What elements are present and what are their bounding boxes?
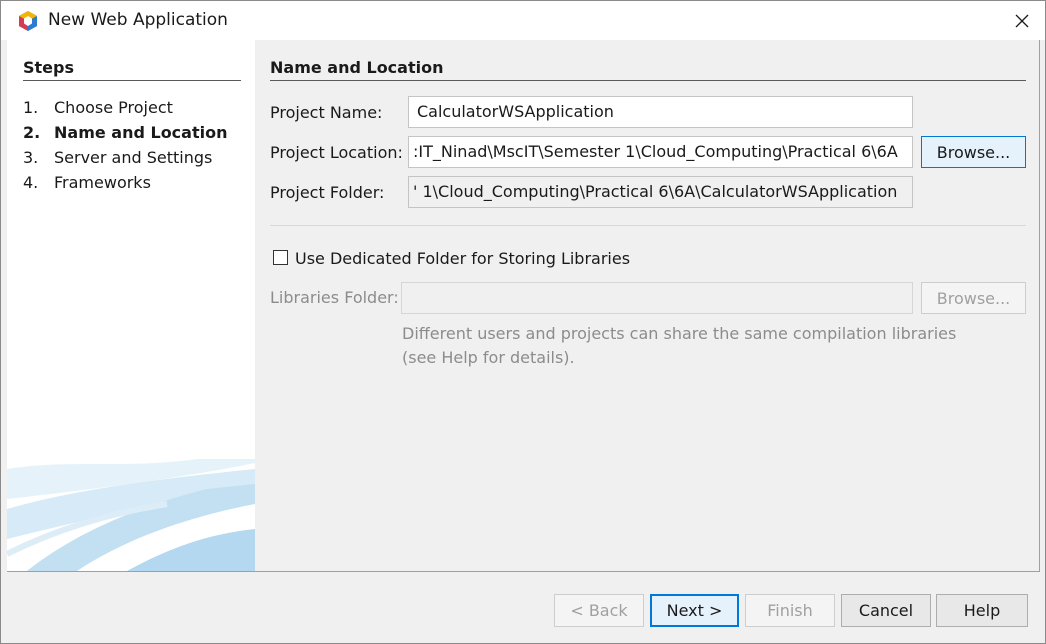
footer-divider xyxy=(7,571,1039,572)
libraries-help-text: Different users and projects can share t… xyxy=(402,324,957,367)
netbeans-cube-icon xyxy=(19,11,37,31)
project-name-input[interactable]: CalculatorWSApplication xyxy=(408,96,913,128)
section-divider xyxy=(270,80,1026,81)
project-folder-label: Project Folder: xyxy=(270,183,385,202)
project-location-label: Project Location: xyxy=(270,143,403,162)
step-item-frameworks: 4. Frameworks xyxy=(23,173,151,192)
steps-divider xyxy=(23,80,241,81)
libraries-folder-input xyxy=(401,282,913,314)
window-title: New Web Application xyxy=(48,10,228,30)
step-label: Choose Project xyxy=(54,98,173,117)
help-button[interactable]: Help xyxy=(936,594,1028,627)
dedicated-folder-label[interactable]: Use Dedicated Folder for Storing Librari… xyxy=(295,249,630,268)
steps-title: Steps xyxy=(23,58,74,77)
step-item-server-and-settings: 3. Server and Settings xyxy=(23,148,213,167)
step-item-name-and-location: 2. Name and Location xyxy=(23,123,228,142)
project-folder-field: ' 1\Cloud_Computing\Practical 6\6A\Calcu… xyxy=(408,176,913,208)
steps-panel: Steps 1. Choose Project 2. Name and Locati… xyxy=(7,40,255,571)
section-title: Name and Location xyxy=(270,58,444,77)
content-border xyxy=(1039,40,1040,572)
back-button: < Back xyxy=(554,594,644,627)
dedicated-folder-checkbox[interactable] xyxy=(273,250,288,265)
libraries-folder-label: Libraries Folder: xyxy=(270,288,399,307)
browse-libraries-button: Browse... xyxy=(921,282,1026,314)
step-label: Server and Settings xyxy=(54,148,213,167)
next-button[interactable]: Next > xyxy=(650,594,739,627)
project-name-label: Project Name: xyxy=(270,103,383,122)
close-icon xyxy=(1015,14,1029,27)
decorative-swoosh-graphic xyxy=(7,459,255,571)
cancel-button[interactable]: Cancel xyxy=(841,594,931,627)
steps-list: 1. Choose Project 2. Name and Location 3. S… xyxy=(23,97,227,197)
new-web-application-dialog: New Web Application Steps 1. Choose Proje… xyxy=(0,0,1046,644)
step-label: Frameworks xyxy=(54,173,151,192)
finish-button: Finish xyxy=(745,594,835,627)
step-label: Name and Location xyxy=(54,123,228,142)
separator xyxy=(270,225,1026,226)
step-item-choose-project: 1. Choose Project xyxy=(23,98,173,117)
browse-location-button[interactable]: Browse... xyxy=(921,136,1026,168)
title-bar: New Web Application xyxy=(1,1,1045,40)
close-button[interactable] xyxy=(999,1,1045,40)
project-location-input[interactable]: :IT_Ninad\MscIT\Semester 1\Cloud_Computi… xyxy=(408,136,913,168)
